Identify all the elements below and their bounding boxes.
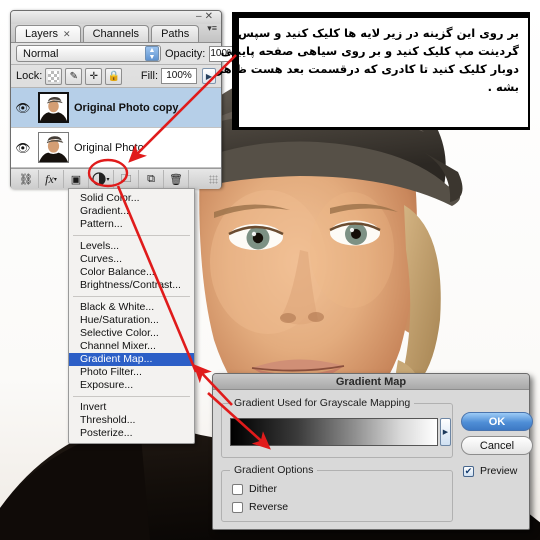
delete-layer-icon[interactable]: 🗑: [164, 170, 189, 188]
instruction-note: بر روی این گزینه در زیر لایه ها کلیک کنی…: [216, 12, 530, 130]
tab-paths[interactable]: Paths: [151, 25, 200, 42]
layer-mask-icon[interactable]: ▣: [64, 170, 89, 188]
lock-all-icon[interactable]: 🔒: [105, 67, 123, 85]
menu-item-gradient[interactable]: Gradient...: [69, 205, 194, 218]
chevron-updown-icon[interactable]: ▲ ▼: [145, 46, 159, 61]
resize-grip[interactable]: [209, 174, 218, 184]
blend-opacity-row: Normal ▲▼ Opacity: 100% ▶: [11, 43, 252, 65]
menu-item-photo-filter[interactable]: Photo Filter...: [69, 366, 194, 379]
instruction-line: دوبار کلیک کنید تا کادری که درقسمت بعد ه…: [216, 62, 520, 76]
menu-item-channel-mixer[interactable]: Channel Mixer...: [69, 340, 194, 353]
link-layers-icon[interactable]: ⛓: [14, 170, 39, 188]
preview-checkbox[interactable]: ✔: [463, 465, 474, 477]
dialog-title: Gradient Map: [213, 374, 529, 390]
gradient-options-group: Gradient Options Dither Reverse: [221, 464, 453, 522]
eye-icon[interactable]: 👁: [13, 141, 33, 155]
ok-button[interactable]: OK: [461, 412, 533, 431]
panel-menu-icon[interactable]: ▾≡: [207, 24, 217, 33]
menu-item-posterize[interactable]: Posterize...: [69, 427, 194, 440]
dialog-body: Gradient Used for Grayscale Mapping ▶ Gr…: [213, 390, 533, 530]
gradient-group-label: Gradient Used for Grayscale Mapping: [230, 397, 415, 409]
minimize-icon[interactable]: –: [196, 11, 205, 22]
layer-thumbnail[interactable]: [38, 132, 69, 163]
tab-close-icon[interactable]: ✕: [63, 26, 71, 43]
fill-input[interactable]: 100%: [161, 68, 197, 84]
gradient-options-label: Gradient Options: [230, 464, 318, 476]
tab-paths-label: Paths: [161, 27, 190, 40]
dither-label: Dither: [249, 483, 278, 495]
chevron-right-icon[interactable]: ▶: [440, 418, 451, 446]
menu-item-curves[interactable]: Curves...: [69, 253, 194, 266]
lock-image-icon[interactable]: ✎: [65, 67, 83, 85]
layer-name: Original Photo copy: [74, 101, 179, 114]
tab-channels[interactable]: Channels: [82, 25, 150, 42]
new-adjustment-layer-icon[interactable]: ▾: [89, 170, 114, 188]
layer-style-fx-icon[interactable]: fx ▾: [39, 170, 64, 188]
fill-label: Fill:: [140, 70, 158, 82]
eye-icon[interactable]: 👁: [13, 101, 33, 115]
instruction-note-body: بر روی این گزینه در زیر لایه ها کلیک کنی…: [216, 18, 528, 127]
blend-mode-select[interactable]: Normal ▲ ▼: [16, 45, 161, 62]
instruction-line: بر روی این گزینه در زیر لایه ها کلیک کنی…: [238, 26, 519, 40]
lock-transparency-icon[interactable]: [45, 67, 63, 85]
cancel-button[interactable]: Cancel: [461, 436, 533, 455]
new-group-icon[interactable]: 🗀: [114, 170, 139, 188]
menu-item-exposure[interactable]: Exposure...: [69, 379, 194, 392]
menu-item-color-balance[interactable]: Color Balance...: [69, 266, 194, 279]
close-icon[interactable]: ✕: [205, 11, 216, 22]
table-row[interactable]: 👁 Original Photo copy: [11, 88, 221, 128]
lock-row: Lock: ✎ ✛ 🔒 Fill: 100% ▶: [11, 65, 221, 88]
new-layer-icon[interactable]: ⧉: [139, 170, 164, 188]
layers-list[interactable]: 👁 Original Photo copy 👁 Original Photo: [11, 88, 221, 168]
adjustment-layer-menu[interactable]: Solid Color... Gradient... Pattern... Le…: [68, 188, 195, 444]
blend-mode-value: Normal: [23, 47, 59, 60]
tab-layers[interactable]: Layers ✕: [15, 25, 81, 42]
lock-label: Lock:: [16, 70, 43, 82]
instruction-line: گردینت مپ کلیک کنید و بر روی سیاهی صفحه …: [220, 44, 519, 58]
opacity-label: Opacity:: [165, 47, 206, 60]
menu-separator: [73, 396, 190, 397]
menu-item-solid-color[interactable]: Solid Color...: [69, 192, 194, 205]
menu-separator: [73, 296, 190, 297]
reverse-label: Reverse: [249, 501, 289, 513]
window-controls[interactable]: –✕: [196, 11, 216, 23]
panel-titlebar[interactable]: –✕: [11, 11, 221, 24]
gradient-map-dialog[interactable]: Gradient Map Gradient Used for Grayscale…: [212, 373, 533, 530]
tab-layers-label: Layers: [25, 27, 59, 40]
screenshot-root: –✕ ▾≡ Layers ✕ Channels Paths Normal ▲ ▼ …: [0, 0, 540, 540]
layers-panel-toolbar[interactable]: ⛓ fx ▾ ▣ ▾ 🗀 ⧉ 🗑: [11, 168, 221, 189]
menu-item-selective-color[interactable]: Selective Color...: [69, 327, 194, 340]
lock-position-icon[interactable]: ✛: [85, 67, 103, 85]
menu-item-brightness-contrast[interactable]: Brightness/Contrast...: [69, 279, 194, 292]
layers-panel[interactable]: –✕ ▾≡ Layers ✕ Channels Paths Normal ▲ ▼ …: [10, 10, 252, 189]
menu-item-levels[interactable]: Levels...: [69, 240, 194, 253]
dither-checkbox-row[interactable]: Dither: [232, 483, 277, 495]
reverse-checkbox[interactable]: [232, 501, 243, 513]
menu-separator: [73, 235, 190, 236]
menu-item-hue-saturation[interactable]: Hue/Saturation...: [69, 314, 194, 327]
menu-item-pattern[interactable]: Pattern...: [69, 218, 194, 231]
gradient-preview-strip[interactable]: [230, 418, 438, 446]
menu-item-threshold[interactable]: Threshold...: [69, 414, 194, 427]
preview-label: Preview: [480, 465, 518, 477]
layer-thumbnail[interactable]: [38, 92, 69, 123]
instruction-line: بشه .: [487, 80, 519, 94]
menu-item-invert[interactable]: Invert: [69, 401, 194, 414]
layer-name: Original Photo: [74, 141, 144, 154]
fill-stepper-icon[interactable]: ▶: [202, 68, 216, 84]
preview-checkbox-row[interactable]: ✔ Preview: [463, 465, 517, 477]
dither-checkbox[interactable]: [232, 483, 243, 495]
menu-item-black-and-white[interactable]: Black & White...: [69, 301, 194, 314]
panel-tabs[interactable]: Layers ✕ Channels Paths: [11, 24, 221, 43]
table-row[interactable]: 👁 Original Photo: [11, 128, 221, 168]
menu-item-gradient-map[interactable]: Gradient Map...: [69, 353, 194, 366]
gradient-group: Gradient Used for Grayscale Mapping ▶: [221, 397, 453, 458]
reverse-checkbox-row[interactable]: Reverse: [232, 501, 288, 513]
tab-channels-label: Channels: [92, 27, 140, 40]
